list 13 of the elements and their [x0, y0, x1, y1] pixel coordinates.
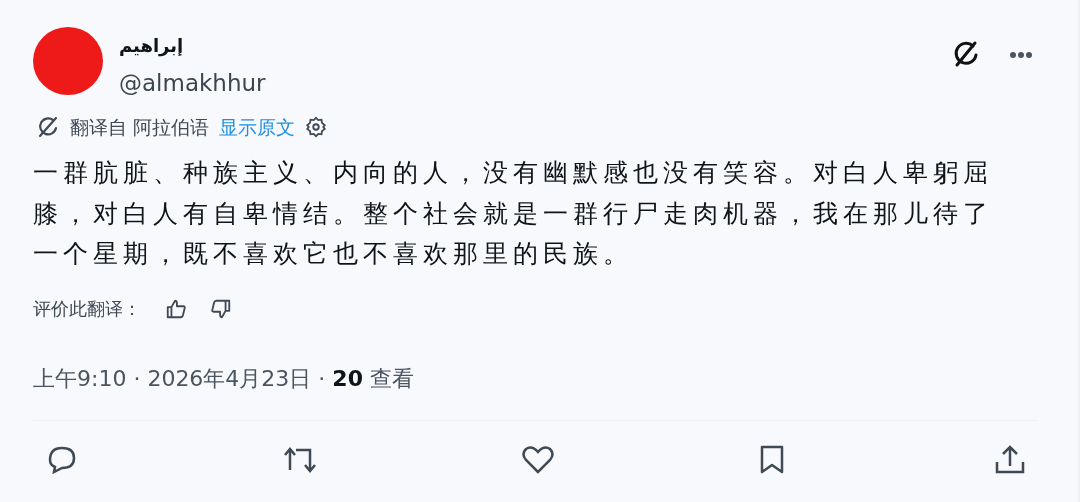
user-handle: @almakhhur: [119, 69, 266, 98]
post-text: 一群肮脏、种族主义、内向的人，没有幽默感也没有笑容。对白人卑躬屈膝，对白人有自卑情结。整个社会就是一群行尸走肉机器，我在那儿待了一个星期，既不喜欢它也不喜欢那里的民族。: [32, 157, 994, 270]
show-original-link[interactable]: 显示原文: [219, 112, 296, 142]
like-icon[interactable]: [520, 443, 556, 474]
thumbs-down-icon[interactable]: [210, 297, 232, 320]
translate-icon: [36, 115, 60, 139]
settings-icon[interactable]: [305, 116, 328, 138]
rate-translation-label: 评价此翻译：: [33, 297, 141, 321]
post-timestamp: 上午9:10 · 2026年4月23日 · 20 查看: [32, 364, 415, 393]
translation-label: 翻译自 阿拉伯语: [70, 114, 210, 140]
thumbs-up-icon[interactable]: [165, 297, 187, 320]
display-name: إبراهيم: [119, 35, 184, 57]
more-icon[interactable]: [1009, 51, 1033, 59]
